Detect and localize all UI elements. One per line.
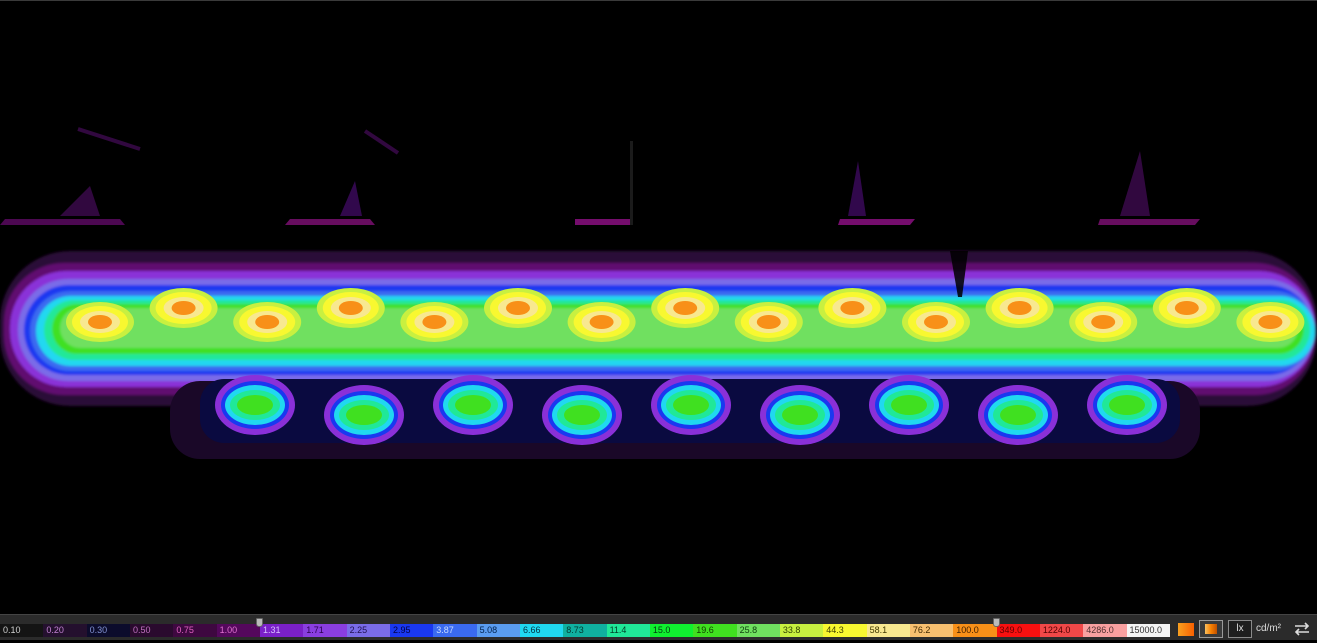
legend-step: 44.3 [823, 624, 867, 637]
legend-step: 1.71 [303, 624, 347, 637]
legend-step: 1.31 [259, 624, 304, 637]
luminaire-spot-ring [1258, 315, 1283, 329]
luminaire-spot-ring [1109, 395, 1145, 415]
luminaire-spot-ring [422, 315, 447, 329]
legend-step: 58.1 [866, 624, 910, 637]
legend-step: 25.8 [736, 624, 780, 637]
luminaire-spot-ring [88, 315, 112, 329]
legend-step: 19.6 [693, 624, 737, 637]
luminaire-spot-ring [346, 405, 382, 425]
luminaire-spot-ring [1174, 301, 1199, 315]
luminaire-spot-ring [171, 301, 196, 315]
luminaire-spot-ring [1091, 315, 1116, 329]
gradient-toggle-button[interactable] [1178, 623, 1194, 636]
false-color-render-view[interactable] [0, 0, 1317, 614]
luminaire-spot-ring [237, 395, 273, 415]
legend-step: 2.25 [346, 624, 390, 637]
legend-step: 6.66 [519, 624, 564, 637]
luminaire-spot-ring [782, 405, 818, 425]
luminaire-spot-ring [255, 315, 280, 329]
luminaire-spot-ring [564, 405, 600, 425]
unit-lux-button[interactable]: lx [1228, 620, 1252, 638]
gradient-stripe-icon [1205, 624, 1217, 634]
unit-luminance-button[interactable]: cd/m² [1256, 620, 1286, 638]
luminaire-spot-ring [673, 301, 698, 315]
luminaire-spot-ring [506, 301, 530, 315]
legend-step: 15.0 [649, 624, 694, 637]
luminaire-spot-ring [455, 395, 491, 415]
legend-step: 5.08 [476, 624, 520, 637]
legend-step: 0.30 [86, 624, 130, 637]
legend-step: 0.20 [43, 624, 87, 637]
swap-arrows-icon [1294, 622, 1310, 636]
luminaire-spot-ring [756, 315, 781, 329]
legend-step: 349.0 [996, 624, 1040, 637]
legend-step: 0.10 [0, 624, 44, 637]
legend-step: 2.95 [389, 624, 434, 637]
legend-step: 8.73 [563, 624, 607, 637]
legend-step: 76.2 [909, 624, 954, 637]
legend-step: 33.8 [779, 624, 824, 637]
luminaire-spot-ring [1007, 301, 1032, 315]
luminaire-spot-ring [840, 301, 865, 315]
legend-step: 11.4 [606, 624, 650, 637]
legend-step: 3.87 [433, 624, 477, 637]
false-color-scale-toolbar: 0.10 0.20 0.30 0.50 0.75 1.00 1.31 1.71 2.25 2.95… [0, 614, 1317, 640]
luminaire-spot-ring [1000, 405, 1036, 425]
lower-luminaire-spots [215, 375, 1167, 445]
upper-range-marker[interactable] [992, 618, 1000, 627]
gradient-mode-button[interactable] [1199, 620, 1223, 638]
swap-scale-button[interactable] [1292, 620, 1312, 638]
legend-step: 15000.0 [1126, 624, 1170, 637]
legend-step: 0.50 [129, 624, 174, 637]
luminaire-spot-ring [924, 315, 948, 329]
luminaire-spot-ring [673, 395, 709, 415]
luminaire-spot-ring [891, 395, 927, 415]
legend-step: 0.75 [173, 624, 217, 637]
legend-step: 100.0 [953, 624, 997, 637]
legend-step: 1224.0 [1039, 624, 1084, 637]
luminaire-spot-ring [589, 315, 614, 329]
luminaire-spot-ring [338, 301, 363, 315]
legend-step: 4286.0 [1083, 624, 1127, 637]
illuminance-false-color-image [0, 127, 1317, 459]
lower-range-marker[interactable] [256, 618, 263, 627]
legend-step: 1.00 [216, 624, 260, 637]
